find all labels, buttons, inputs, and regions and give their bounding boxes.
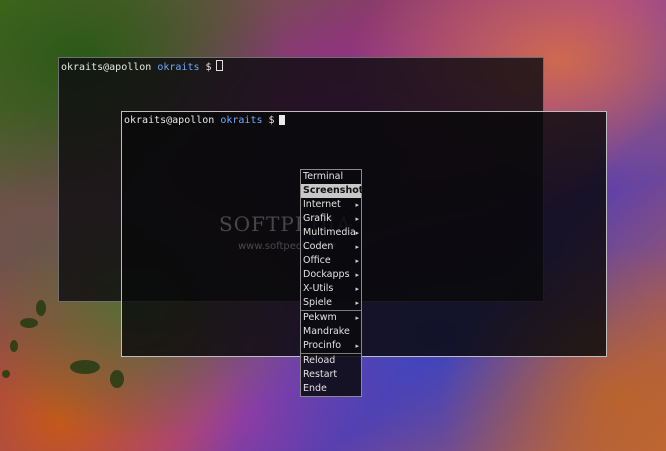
menu-item-label: Reload bbox=[303, 355, 336, 366]
terminal-prompt: okraits@apollon okraits $ bbox=[124, 114, 285, 127]
menu-group-system: Pekwm ▸ Mandrake Procinfo ▸ bbox=[301, 311, 361, 353]
submenu-arrow-icon: ▸ bbox=[355, 342, 359, 350]
wallpaper-spot bbox=[110, 370, 124, 388]
menu-item-internet[interactable]: Internet ▸ bbox=[301, 198, 361, 212]
menu-item-label: Spiele bbox=[303, 297, 333, 308]
menu-item-terminal[interactable]: Terminal bbox=[301, 170, 361, 184]
submenu-arrow-icon: ▸ bbox=[355, 299, 359, 307]
menu-item-dockapps[interactable]: Dockapps ▸ bbox=[301, 268, 361, 282]
menu-item-spiele[interactable]: Spiele ▸ bbox=[301, 296, 361, 310]
menu-item-label: Internet bbox=[303, 199, 341, 210]
wallpaper-spot bbox=[10, 340, 18, 352]
submenu-arrow-icon: ▸ bbox=[355, 201, 359, 209]
menu-item-grafik[interactable]: Grafik ▸ bbox=[301, 212, 361, 226]
menu-item-label: Office bbox=[303, 255, 331, 266]
menu-item-multimedia[interactable]: Multimedia ▸ bbox=[301, 226, 361, 240]
menu-item-label: Pekwm bbox=[303, 312, 337, 323]
menu-item-label: Screenshot bbox=[303, 185, 364, 196]
terminal-window-front[interactable]: okraits@apollon okraits $ bbox=[121, 111, 607, 357]
prompt-user-host: okraits@apollon bbox=[61, 62, 152, 73]
menu-group-session: Reload Restart Ende bbox=[301, 354, 361, 396]
root-menu: Terminal Screenshot Internet ▸ Grafik ▸ Multim… bbox=[300, 169, 364, 397]
menu-item-pekwm[interactable]: Pekwm ▸ bbox=[301, 311, 361, 325]
terminal-cursor bbox=[278, 115, 285, 125]
prompt-symbol: $ bbox=[268, 115, 275, 126]
submenu-arrow-icon: ▸ bbox=[355, 271, 359, 279]
menu-item-label: Ende bbox=[303, 383, 327, 394]
menu-item-label: Multimedia bbox=[303, 227, 356, 238]
terminal-cursor bbox=[215, 60, 223, 71]
prompt-symbol: $ bbox=[205, 62, 212, 73]
menu-item-label: Dockapps bbox=[303, 269, 350, 280]
wallpaper-spot bbox=[20, 318, 38, 328]
menu-item-mandrake[interactable]: Mandrake bbox=[301, 325, 361, 339]
menu-item-procinfo[interactable]: Procinfo ▸ bbox=[301, 339, 361, 353]
menu-item-coden[interactable]: Coden ▸ bbox=[301, 240, 361, 254]
wallpaper-spot bbox=[2, 370, 10, 378]
menu-item-screenshot[interactable]: Screenshot bbox=[301, 184, 364, 198]
menu-item-label: Terminal bbox=[303, 171, 344, 182]
submenu-arrow-icon: ▸ bbox=[355, 285, 359, 293]
prompt-directory: okraits bbox=[157, 62, 200, 73]
terminal-prompt: okraits@apollon okraits $ bbox=[61, 60, 223, 74]
submenu-arrow-icon: ▸ bbox=[355, 314, 359, 322]
menu-item-restart[interactable]: Restart bbox=[301, 368, 361, 382]
prompt-directory: okraits bbox=[220, 115, 263, 126]
prompt-user-host: okraits@apollon bbox=[124, 115, 215, 126]
menu-item-label: Mandrake bbox=[303, 326, 350, 337]
submenu-arrow-icon: ▸ bbox=[355, 243, 359, 251]
wallpaper-spot bbox=[36, 300, 46, 316]
menu-item-label: Procinfo bbox=[303, 340, 342, 351]
menu-item-label: Grafik bbox=[303, 213, 332, 224]
menu-item-label: Restart bbox=[303, 369, 338, 380]
menu-item-label: X-Utils bbox=[303, 283, 334, 294]
menu-item-ende[interactable]: Ende bbox=[301, 382, 361, 396]
menu-item-office[interactable]: Office ▸ bbox=[301, 254, 361, 268]
menu-group-apps: Terminal Screenshot Internet ▸ Grafik ▸ Multim… bbox=[301, 170, 364, 310]
wallpaper-spot bbox=[70, 360, 100, 374]
submenu-arrow-icon: ▸ bbox=[355, 229, 359, 237]
submenu-arrow-icon: ▸ bbox=[355, 257, 359, 265]
menu-item-reload[interactable]: Reload bbox=[301, 354, 361, 368]
submenu-arrow-icon: ▸ bbox=[355, 215, 359, 223]
menu-item-x-utils[interactable]: X-Utils ▸ bbox=[301, 282, 361, 296]
menu-item-label: Coden bbox=[303, 241, 334, 252]
